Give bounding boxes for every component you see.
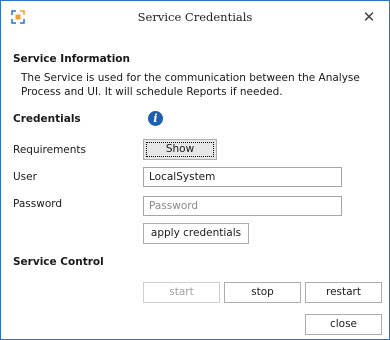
user-label: User [13,171,37,183]
restart-button[interactable]: restart [305,282,382,303]
password-field[interactable]: Password [143,196,342,216]
apply-credentials-button[interactable]: apply credentials [143,223,249,244]
user-field[interactable]: LocalSystem [143,167,342,187]
close-icon: ✕ [362,8,376,26]
service-credentials-dialog: Service Credentials ✕ Service Informatio… [0,0,390,340]
info-icon[interactable]: i [148,111,163,126]
credentials-heading: Credentials [13,113,81,125]
password-label: Password [13,198,63,210]
service-description: The Service is used for the communicatio… [21,72,360,98]
show-requirements-button[interactable]: Show [143,139,217,160]
close-window-button[interactable]: ✕ [355,5,383,29]
start-button[interactable]: start [143,282,220,303]
requirements-label: Requirements [13,144,86,156]
close-button[interactable]: close [305,314,382,335]
title-bar: Service Credentials ✕ [1,1,389,33]
service-information-heading: Service Information [13,53,130,65]
window-title: Service Credentials [137,10,253,24]
service-control-heading: Service Control [13,256,104,268]
stop-button[interactable]: stop [224,282,301,303]
